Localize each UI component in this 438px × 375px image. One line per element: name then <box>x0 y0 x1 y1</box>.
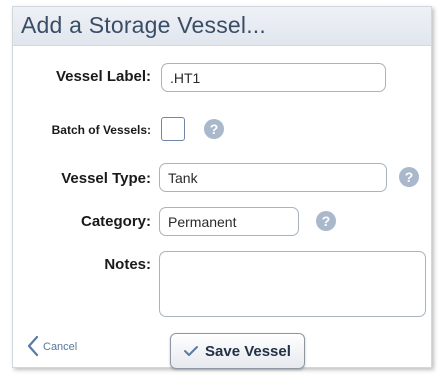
notes-textarea[interactable] <box>159 251 426 317</box>
save-vessel-label: Save Vessel <box>205 343 291 360</box>
vessel-label-input[interactable] <box>161 63 386 92</box>
save-vessel-button[interactable]: Save Vessel <box>170 333 305 369</box>
vessel-type-input[interactable] <box>159 163 387 192</box>
question-circle-icon[interactable]: ? <box>316 211 336 231</box>
notes-label: Notes: <box>104 256 151 273</box>
chevron-left-icon <box>27 335 39 360</box>
category-select[interactable] <box>159 207 299 236</box>
add-storage-vessel-dialog: Add a Storage Vessel... Vessel Label: Ba… <box>12 6 432 369</box>
cancel-label: Cancel <box>43 341 78 353</box>
dialog-title: Add a Storage Vessel... <box>21 12 266 38</box>
dialog-header: Add a Storage Vessel... <box>13 7 431 46</box>
batch-of-vessels-label: Batch of Vessels: <box>51 123 151 137</box>
checkmark-icon <box>183 344 199 362</box>
batch-of-vessels-checkbox[interactable] <box>161 117 185 141</box>
vessel-type-label: Vessel Type: <box>61 170 151 187</box>
vessel-label-label: Vessel Label: <box>55 68 151 85</box>
question-circle-icon[interactable]: ? <box>399 167 419 187</box>
category-label: Category: <box>80 213 151 230</box>
question-circle-icon[interactable]: ? <box>204 119 224 139</box>
